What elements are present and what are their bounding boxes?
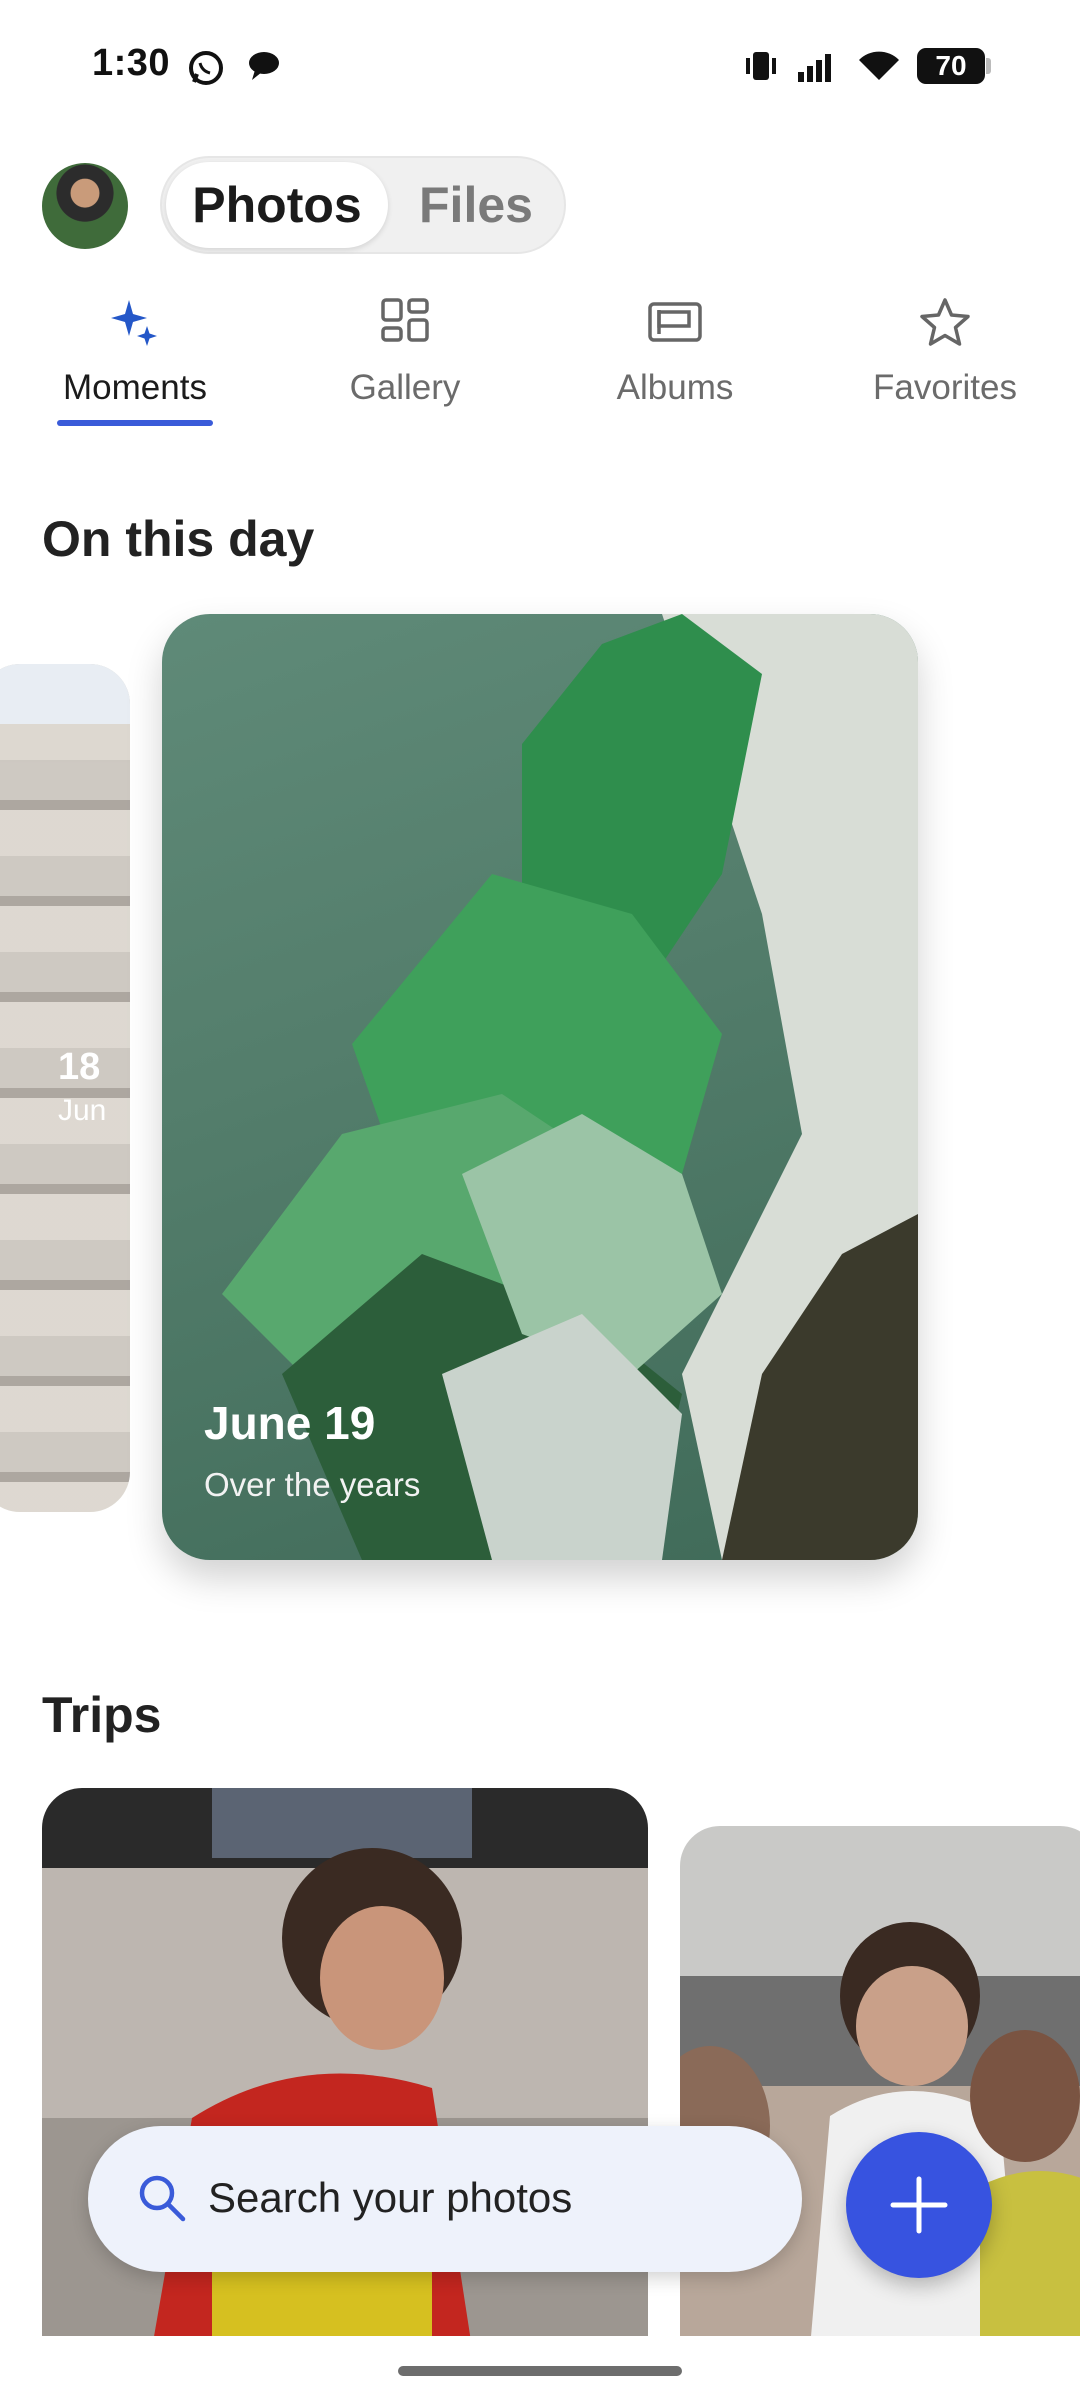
plus-icon (890, 2176, 948, 2234)
photos-files-switch: Photos Files (160, 156, 566, 254)
section-title-trips: Trips (42, 1687, 162, 1743)
tab-label-gallery: Gallery (349, 368, 461, 407)
search-placeholder: Search your photos (208, 2174, 573, 2221)
tab-gallery[interactable]: Gallery (270, 296, 540, 426)
files-segment-button[interactable]: Files (388, 162, 564, 248)
album-icon (648, 302, 702, 342)
signal-icon (798, 54, 831, 82)
star-icon (920, 298, 970, 346)
search-bar[interactable]: Search your photos (88, 2126, 802, 2272)
chat-bubble-icon (249, 52, 279, 80)
wifi-icon (859, 51, 899, 80)
vibrate-icon (746, 52, 776, 80)
whatsapp-icon (189, 51, 223, 85)
tab-favorites[interactable]: Favorites (810, 296, 1080, 426)
tab-label-albums: Albums (616, 368, 734, 407)
add-button[interactable] (846, 2132, 992, 2278)
photos-segment-button[interactable]: Photos (166, 162, 388, 248)
status-time: 1:30 (92, 42, 171, 84)
avatar[interactable] (42, 163, 128, 249)
memory-card-main[interactable]: June 19 Over the years (162, 614, 918, 1560)
status-bar: 1:30 70 (0, 0, 1080, 135)
battery-tip (986, 58, 991, 74)
tab-label-moments: Moments (63, 368, 207, 407)
search-icon (139, 2175, 186, 2222)
memory-card-day: 18 (58, 1046, 101, 1088)
tab-label-favorites: Favorites (873, 368, 1017, 407)
sparkle-icon (111, 300, 157, 346)
memory-card-title: June 19 (204, 1397, 376, 1449)
section-title-on-this-day: On this day (42, 511, 315, 567)
battery-icon: 70 (917, 48, 985, 84)
grid-icon (381, 298, 429, 342)
tab-moments[interactable]: Moments (0, 296, 270, 426)
home-indicator[interactable] (398, 2366, 682, 2376)
active-tab-indicator (57, 420, 213, 426)
memory-card-subtitle: Over the years (204, 1466, 421, 1503)
memory-card-month: Jun (58, 1094, 107, 1127)
tab-albums[interactable]: Albums (540, 296, 810, 426)
